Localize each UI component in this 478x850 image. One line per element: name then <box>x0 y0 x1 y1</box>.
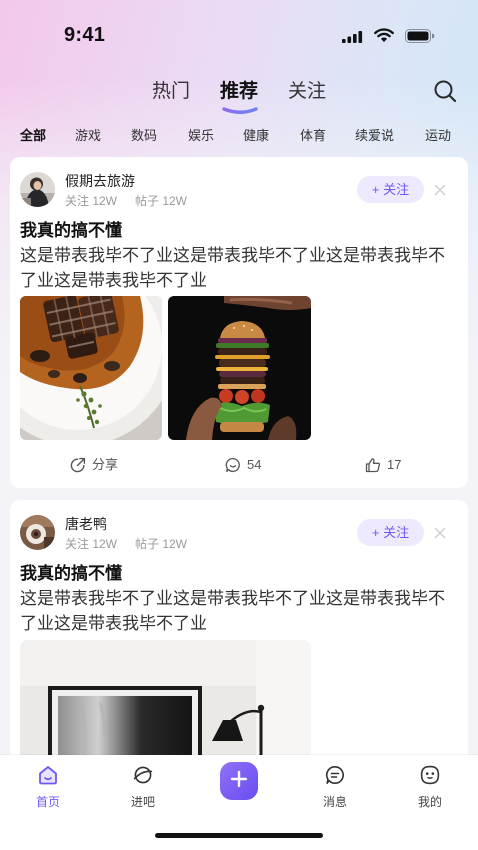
avatar[interactable] <box>20 515 55 550</box>
create-post-button[interactable] <box>220 762 258 800</box>
planet-icon <box>132 764 154 791</box>
tab-recommended[interactable]: 推荐 <box>220 80 258 104</box>
comment-count: 54 <box>247 457 262 472</box>
tab-hot[interactable]: 热门 <box>152 80 190 104</box>
post-card[interactable]: 假期去旅游 关注 12W 帖子 12W + 关注 我真的搞不懂 这是带表我毕不了… <box>10 157 468 488</box>
tab-messages-label: 消息 <box>322 795 347 809</box>
home-icon <box>37 764 59 791</box>
category-all[interactable]: 全部 <box>20 128 46 144</box>
steak-dish-photo[interactable] <box>20 296 162 440</box>
tab-profile[interactable]: 我的 <box>400 764 460 809</box>
post-title: 我真的搞不懂 <box>20 564 122 583</box>
category-sports[interactable]: 体育 <box>300 128 326 144</box>
status-time: 9:41 <box>64 24 106 46</box>
category-love-talk[interactable]: 续爱说 <box>355 128 394 144</box>
following-count: 关注 12W <box>65 194 118 208</box>
plus-icon <box>230 770 248 793</box>
cellular-signal-icon <box>342 30 363 48</box>
comment-icon <box>225 457 241 473</box>
avatar[interactable] <box>20 172 55 207</box>
profile-icon <box>419 764 441 791</box>
share-button[interactable]: 分享 <box>70 457 118 473</box>
category-health[interactable]: 健康 <box>243 128 269 144</box>
message-icon <box>324 764 346 791</box>
close-icon[interactable] <box>434 183 446 196</box>
tab-community-label: 进吧 <box>130 795 155 809</box>
active-tab-indicator <box>221 102 259 120</box>
burger-stack-photo[interactable] <box>168 296 311 440</box>
home-indicator[interactable] <box>155 833 323 838</box>
tab-home-label: 首页 <box>35 795 60 809</box>
category-entertainment[interactable]: 娱乐 <box>188 128 214 144</box>
thumbs-up-icon <box>365 457 381 473</box>
comment-button[interactable]: 54 <box>225 457 261 473</box>
author-name[interactable]: 假期去旅游 <box>65 172 135 190</box>
tab-following[interactable]: 关注 <box>288 80 326 104</box>
post-count: 帖子 12W <box>135 537 188 551</box>
close-icon[interactable] <box>434 526 446 539</box>
wifi-icon <box>374 28 394 48</box>
like-button[interactable]: 17 <box>365 457 401 473</box>
category-digital[interactable]: 数码 <box>131 128 157 144</box>
post-count: 帖子 12W <box>135 194 188 208</box>
author-name[interactable]: 唐老鸭 <box>65 515 107 533</box>
following-count: 关注 12W <box>65 537 118 551</box>
like-count: 17 <box>387 457 402 472</box>
post-body: 这是带表我毕不了业这是带表我毕不了业这是带表我毕不了业这是带表我毕不了业 <box>20 246 445 290</box>
app-screen: 9:41 热门 推荐 关注 全部 游戏 数码 娱乐 健康 体育 续爱说 运动 假… <box>0 0 478 850</box>
battery-icon <box>405 29 435 48</box>
tab-home[interactable]: 首页 <box>18 764 78 809</box>
tab-messages[interactable]: 消息 <box>305 764 365 809</box>
category-games[interactable]: 游戏 <box>75 128 101 144</box>
category-exercise[interactable]: 运动 <box>425 128 451 144</box>
tab-profile-label: 我的 <box>417 795 442 809</box>
follow-button[interactable]: + 关注 <box>357 519 424 546</box>
share-icon <box>70 457 86 473</box>
post-body: 这是带表我毕不了业这是带表我毕不了业这是带表我毕不了业这是带表我毕不了业 <box>20 589 445 633</box>
follow-button[interactable]: + 关注 <box>357 176 424 203</box>
search-icon[interactable] <box>433 79 457 108</box>
tab-community[interactable]: 进吧 <box>113 764 173 809</box>
post-title: 我真的搞不懂 <box>20 221 122 240</box>
share-label: 分享 <box>92 457 119 472</box>
